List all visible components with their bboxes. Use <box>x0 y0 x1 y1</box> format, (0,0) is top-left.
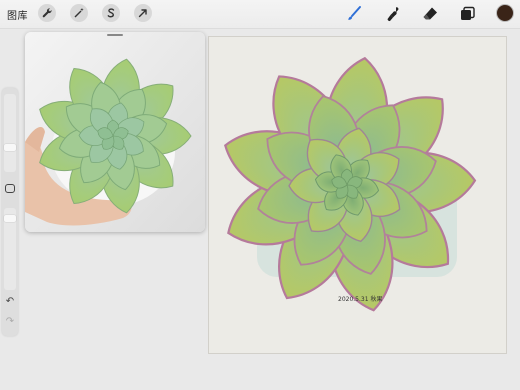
top-toolbar: 图库 <box>0 0 520 29</box>
selection-button[interactable] <box>102 4 120 22</box>
reference-window[interactable] <box>25 32 205 232</box>
redo-icon[interactable]: ↷ <box>4 316 16 328</box>
eraser-icon <box>423 7 437 20</box>
layers-icon <box>461 6 475 20</box>
actions-button[interactable] <box>38 4 56 22</box>
layers-button[interactable] <box>457 4 477 24</box>
wrench-icon <box>42 8 52 18</box>
opacity-handle[interactable] <box>4 215 16 222</box>
square-modifier-icon[interactable] <box>5 184 15 193</box>
opacity-slider[interactable] <box>4 208 16 290</box>
color-picker-swatch[interactable] <box>496 4 514 22</box>
transform-button[interactable] <box>134 4 152 22</box>
arrow-cursor-icon <box>138 9 147 18</box>
smudge-icon <box>387 7 399 22</box>
brush-icon <box>348 6 361 20</box>
smudge-tool[interactable] <box>384 4 404 24</box>
adjustments-button[interactable] <box>70 4 88 22</box>
left-sidebar: ↶ ↷ <box>2 88 18 336</box>
selection-s-icon <box>107 8 115 18</box>
gallery-button[interactable]: 图库 <box>7 7 28 22</box>
drawing-canvas[interactable]: 2020.5.31 秋果 <box>209 37 506 353</box>
undo-icon[interactable]: ↶ <box>4 296 16 308</box>
signature-text: 2020.5.31 秋果 <box>338 296 383 303</box>
magic-wand-icon <box>74 8 84 18</box>
brush-size-slider[interactable] <box>4 94 16 172</box>
brush-tool[interactable] <box>344 4 364 24</box>
eraser-tool[interactable] <box>420 4 440 24</box>
brush-size-handle[interactable] <box>4 144 16 151</box>
succulent-photo <box>25 32 205 232</box>
window-grabber[interactable] <box>107 34 123 36</box>
succulent-painting <box>224 56 477 312</box>
